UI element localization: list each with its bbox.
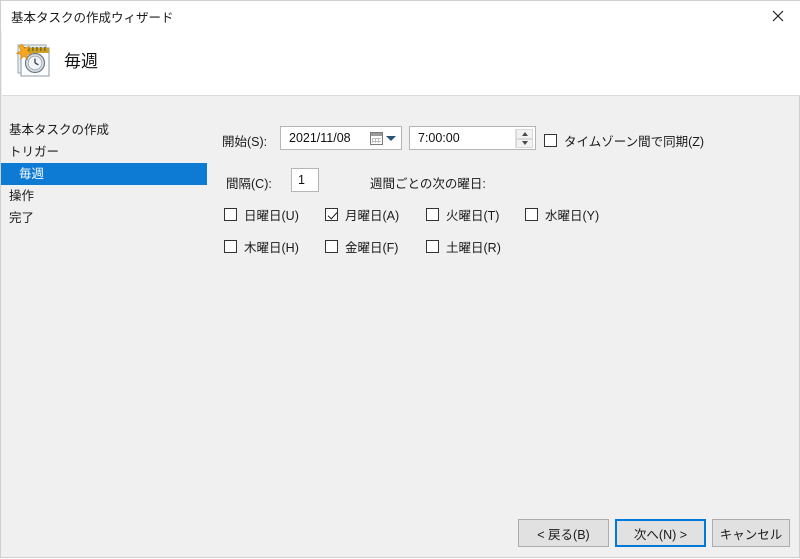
- close-button[interactable]: [755, 1, 800, 31]
- weekday-label-sunday: 日曜日(U): [244, 209, 299, 223]
- weekday-checkbox-monday[interactable]: 月曜日(A): [325, 205, 399, 224]
- sidebar-item-create-basic-task[interactable]: 基本タスクの作成: [1, 119, 207, 141]
- sync-timezone-label: タイムゾーン間で同期(Z): [564, 135, 705, 149]
- sidebar-item-action[interactable]: 操作: [1, 185, 207, 207]
- interval-value: 1: [298, 173, 305, 187]
- checkbox-box: [544, 134, 557, 147]
- close-icon: [772, 10, 784, 22]
- weekday-checkbox-thursday[interactable]: 木曜日(H): [224, 237, 299, 256]
- next-button[interactable]: 次へ(N) >: [615, 519, 706, 547]
- calendar-icon: [370, 132, 383, 145]
- interval-label: 間隔(C):: [226, 177, 272, 191]
- title-bar: 基本タスクの作成ウィザード: [1, 1, 800, 31]
- time-stepper[interactable]: [515, 129, 533, 148]
- date-picker-button[interactable]: [359, 129, 399, 148]
- calendar-clock-icon: [11, 38, 55, 82]
- checkbox-box: [224, 208, 237, 221]
- weekday-label-monday: 月曜日(A): [345, 209, 400, 223]
- wizard-window: 基本タスクの作成ウィザード 毎週 基本タスクの作成 トリガー 毎週 操作 完了 …: [0, 0, 800, 558]
- back-button[interactable]: < 戻る(B): [518, 519, 609, 547]
- start-date-value: 2021/11/08: [289, 131, 351, 145]
- weekday-label-friday: 金曜日(F): [345, 241, 399, 255]
- interval-input[interactable]: 1: [291, 168, 319, 192]
- checkbox-box: [525, 208, 538, 221]
- checkbox-box: [325, 208, 338, 221]
- start-label: 開始(S):: [222, 135, 268, 149]
- weekday-checkbox-tuesday[interactable]: 火曜日(T): [426, 205, 499, 224]
- stepper-up-button[interactable]: [516, 129, 533, 139]
- sync-timezone-checkbox[interactable]: タイムゾーン間で同期(Z): [544, 131, 704, 150]
- weekday-checkbox-friday[interactable]: 金曜日(F): [325, 237, 398, 256]
- cancel-button[interactable]: キャンセル: [712, 519, 790, 547]
- start-date-input[interactable]: 2021/11/08: [280, 126, 402, 150]
- weeks-on-label: 週間ごとの次の曜日:: [370, 177, 486, 191]
- start-time-value: 7:00:00: [418, 131, 460, 145]
- sidebar-item-trigger[interactable]: トリガー: [1, 141, 207, 163]
- checkbox-box: [325, 240, 338, 253]
- chevron-down-icon: [521, 141, 528, 146]
- weekday-label-saturday: 土曜日(R): [446, 241, 501, 255]
- stepper-down-button[interactable]: [516, 138, 533, 148]
- weekday-label-wednesday: 水曜日(Y): [545, 209, 600, 223]
- weekday-checkbox-wednesday[interactable]: 水曜日(Y): [525, 205, 599, 224]
- sidebar-item-weekly[interactable]: 毎週: [1, 163, 207, 185]
- weekday-checkbox-sunday[interactable]: 日曜日(U): [224, 205, 299, 224]
- weekday-checkbox-saturday[interactable]: 土曜日(R): [426, 237, 501, 256]
- page-title: 毎週: [64, 52, 98, 71]
- sidebar-item-finish[interactable]: 完了: [1, 207, 207, 229]
- wizard-header: 毎週: [2, 31, 800, 96]
- weekday-label-tuesday: 火曜日(T): [446, 209, 500, 223]
- window-title: 基本タスクの作成ウィザード: [11, 11, 174, 25]
- start-time-input[interactable]: 7:00:00: [409, 126, 536, 150]
- checkbox-box: [224, 240, 237, 253]
- checkbox-box: [426, 240, 439, 253]
- weekday-label-thursday: 木曜日(H): [244, 241, 299, 255]
- wizard-steps-sidebar: 基本タスクの作成 トリガー 毎週 操作 完了: [1, 119, 207, 229]
- chevron-down-icon: [386, 136, 396, 141]
- checkbox-box: [426, 208, 439, 221]
- chevron-up-icon: [521, 131, 528, 136]
